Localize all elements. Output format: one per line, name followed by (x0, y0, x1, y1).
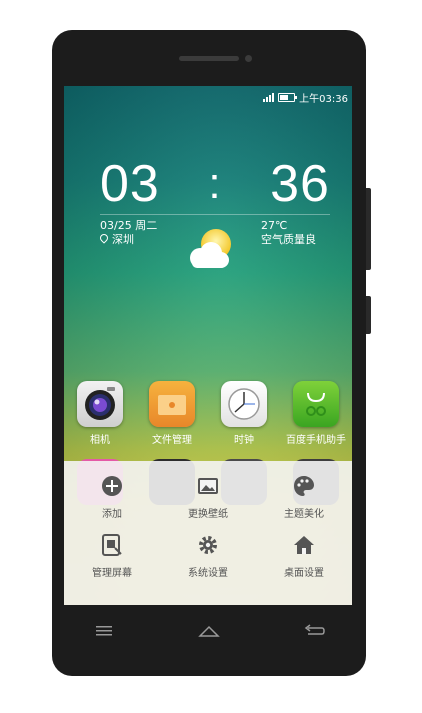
app-label: 相机 (90, 435, 110, 446)
phone-frame: 上午03:36 03 : 36 03/25 周二 深圳 27℃ 空气质量良 相机… (52, 30, 366, 676)
menu-label: 系统设置 (188, 568, 228, 579)
status-time: 上午03:36 (299, 93, 348, 105)
clock-separator: : (208, 159, 222, 208)
clock-minute: 36 (270, 155, 330, 213)
signal-icon (263, 92, 275, 102)
app-label: 百度手机助手 (286, 435, 346, 446)
menu-label: 管理屏幕 (92, 568, 132, 579)
clock-divider (100, 214, 330, 215)
battery-icon (278, 92, 298, 102)
palette-icon (293, 475, 315, 497)
location-pin-icon (98, 232, 110, 244)
menu-desktop-settings[interactable]: 桌面设置 (256, 520, 352, 579)
menu-label: 更换壁纸 (188, 509, 228, 520)
front-camera (245, 55, 252, 62)
gear-icon (197, 534, 219, 556)
clock-hour: 03 (100, 155, 160, 213)
plus-icon (101, 475, 123, 497)
home-menu-sheet: 添加 更换壁纸 主题美化 管理屏幕 系统设置 桌面设置 (64, 461, 352, 605)
power-button[interactable] (366, 296, 371, 334)
navigation-bar (52, 623, 366, 637)
clock-weekday: 周二 (135, 219, 158, 232)
menu-add[interactable]: 添加 (64, 461, 160, 520)
weather-temperature: 27℃ (261, 219, 288, 232)
app-label: 时钟 (234, 435, 254, 446)
menu-label: 添加 (102, 509, 122, 520)
clock-city: 深圳 (112, 233, 134, 246)
air-quality: 空气质量良 (261, 233, 316, 246)
home-icon (293, 534, 315, 556)
menu-key-icon[interactable] (92, 623, 116, 637)
app-baidu-assistant[interactable]: 百度手机助手 (281, 381, 351, 446)
app-row: 相机 文件管理 时钟 百度手机助手 (64, 381, 352, 446)
menu-theme[interactable]: 主题美化 (256, 461, 352, 520)
shopping-bag-icon (293, 381, 339, 427)
menu-change-wallpaper[interactable]: 更换壁纸 (160, 461, 256, 520)
image-icon (197, 475, 219, 497)
clock-date: 03/25 (100, 219, 132, 232)
volume-button[interactable] (366, 188, 371, 270)
home-key-icon[interactable] (197, 623, 221, 637)
back-key-icon[interactable] (302, 623, 326, 637)
app-label: 文件管理 (152, 435, 192, 446)
app-camera[interactable]: 相机 (65, 381, 135, 446)
menu-manage-screens[interactable]: 管理屏幕 (64, 520, 160, 579)
status-bar: 上午03:36 (263, 88, 348, 106)
menu-label: 桌面设置 (284, 568, 324, 579)
menu-system-settings[interactable]: 系统设置 (160, 520, 256, 579)
speaker-grille (179, 56, 239, 61)
folder-icon (149, 381, 195, 427)
screen-manage-icon (101, 534, 123, 556)
menu-label: 主题美化 (284, 509, 324, 520)
home-screen: 上午03:36 03 : 36 03/25 周二 深圳 27℃ 空气质量良 相机… (64, 86, 352, 605)
app-clock[interactable]: 时钟 (209, 381, 279, 446)
camera-icon (77, 381, 123, 427)
app-file-manager[interactable]: 文件管理 (137, 381, 207, 446)
partly-cloudy-icon (190, 229, 231, 268)
clock-icon (221, 381, 267, 427)
